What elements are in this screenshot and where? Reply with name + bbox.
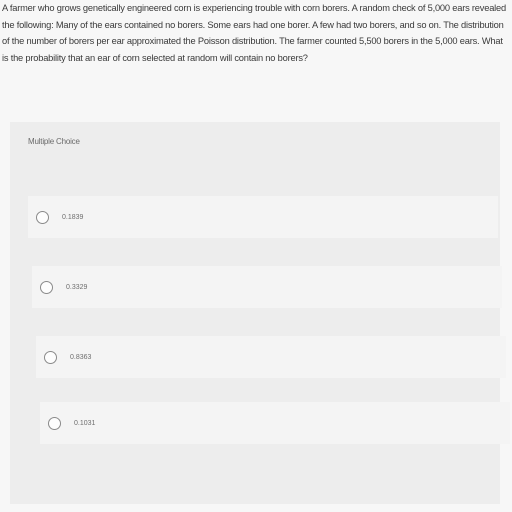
question-text: A farmer who grows genetically engineere… (2, 3, 506, 63)
answer-option-label: 0.8363 (70, 353, 92, 361)
quiz-page: A farmer who grows genetically engineere… (0, 0, 512, 512)
answer-option[interactable]: 0.1839 (28, 196, 498, 238)
question-type-label: Multiple Choice (28, 137, 80, 146)
answer-option[interactable]: 0.1031 (40, 402, 510, 444)
radio-button-icon[interactable] (44, 350, 57, 364)
answer-option-label: 0.1839 (62, 213, 84, 221)
radio-button-icon[interactable] (36, 210, 49, 224)
answer-panel: Multiple Choice 0.1839 0.3329 0.8363 0.1… (10, 122, 510, 504)
answer-option[interactable]: 0.3329 (32, 266, 502, 308)
answer-option[interactable]: 0.8363 (36, 336, 506, 378)
radio-button-icon[interactable] (48, 416, 61, 430)
answer-option-label: 0.1031 (74, 419, 96, 427)
answer-option-label: 0.3329 (66, 283, 88, 291)
radio-button-icon[interactable] (40, 280, 53, 294)
